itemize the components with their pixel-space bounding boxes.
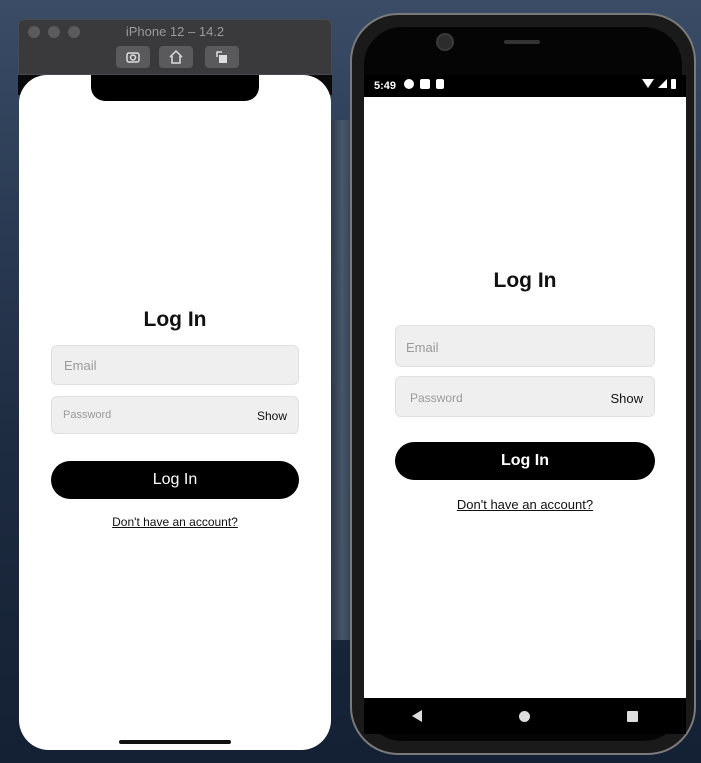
signup-link[interactable]: Don't have an account? <box>457 497 593 512</box>
gear-icon <box>404 79 414 89</box>
mail-icon <box>420 79 430 89</box>
simulator-titlebar: iPhone 12 – 14.2 <box>18 19 332 75</box>
recents-icon[interactable] <box>626 710 638 722</box>
notification-icons <box>404 79 444 89</box>
show-password-button[interactable]: Show <box>257 409 287 423</box>
login-button[interactable]: Log In <box>395 442 655 480</box>
front-camera <box>436 33 454 51</box>
show-password-button[interactable]: Show <box>610 391 643 406</box>
password-placeholder: Password <box>410 391 463 405</box>
email-placeholder: Email <box>64 358 97 373</box>
rotate-button[interactable] <box>205 46 239 68</box>
ios-simulator-window: iPhone 12 – 14.2 Log In Email Password S… <box>18 19 332 750</box>
signup-link[interactable]: Don't have an account? <box>112 515 238 529</box>
signup-link-row: Don't have an account? <box>364 497 686 512</box>
status-bar: 5:49 <box>364 75 686 97</box>
email-placeholder: Email <box>406 340 439 355</box>
rotate-icon <box>216 51 227 63</box>
signal-icon <box>658 79 667 88</box>
android-emulator: 5:49 Log In Email Password Show Log In D… <box>350 13 696 755</box>
back-icon[interactable] <box>412 710 423 722</box>
status-time: 5:49 <box>374 80 397 92</box>
signup-link-row: Don't have an account? <box>19 515 331 529</box>
system-icons <box>642 79 676 89</box>
home-indicator[interactable] <box>119 740 231 744</box>
camera-icon <box>126 52 140 63</box>
login-button[interactable]: Log In <box>51 461 299 499</box>
screenshot-button[interactable] <box>116 46 150 68</box>
password-field[interactable]: Password Show <box>395 376 655 417</box>
home-icon[interactable] <box>518 710 530 722</box>
home-button[interactable] <box>159 46 193 68</box>
sd-card-icon <box>436 79 444 89</box>
simulator-title: iPhone 12 – 14.2 <box>125 24 225 39</box>
ios-screen: Log In Email Password Show Log In Don't … <box>19 75 331 750</box>
earpiece-speaker <box>504 40 540 44</box>
navigation-bar <box>364 698 686 734</box>
device-notch <box>91 75 259 101</box>
password-field[interactable]: Password Show <box>51 396 299 434</box>
email-field[interactable]: Email <box>51 345 299 385</box>
page-title: Log In <box>143 308 207 331</box>
home-icon <box>169 49 183 64</box>
password-placeholder: Password <box>63 409 112 421</box>
android-screen: Log In Email Password Show Log In Don't … <box>364 97 686 698</box>
wifi-icon <box>642 79 654 88</box>
battery-icon <box>671 79 676 89</box>
page-title: Log In <box>493 269 557 292</box>
email-field[interactable]: Email <box>395 325 655 367</box>
